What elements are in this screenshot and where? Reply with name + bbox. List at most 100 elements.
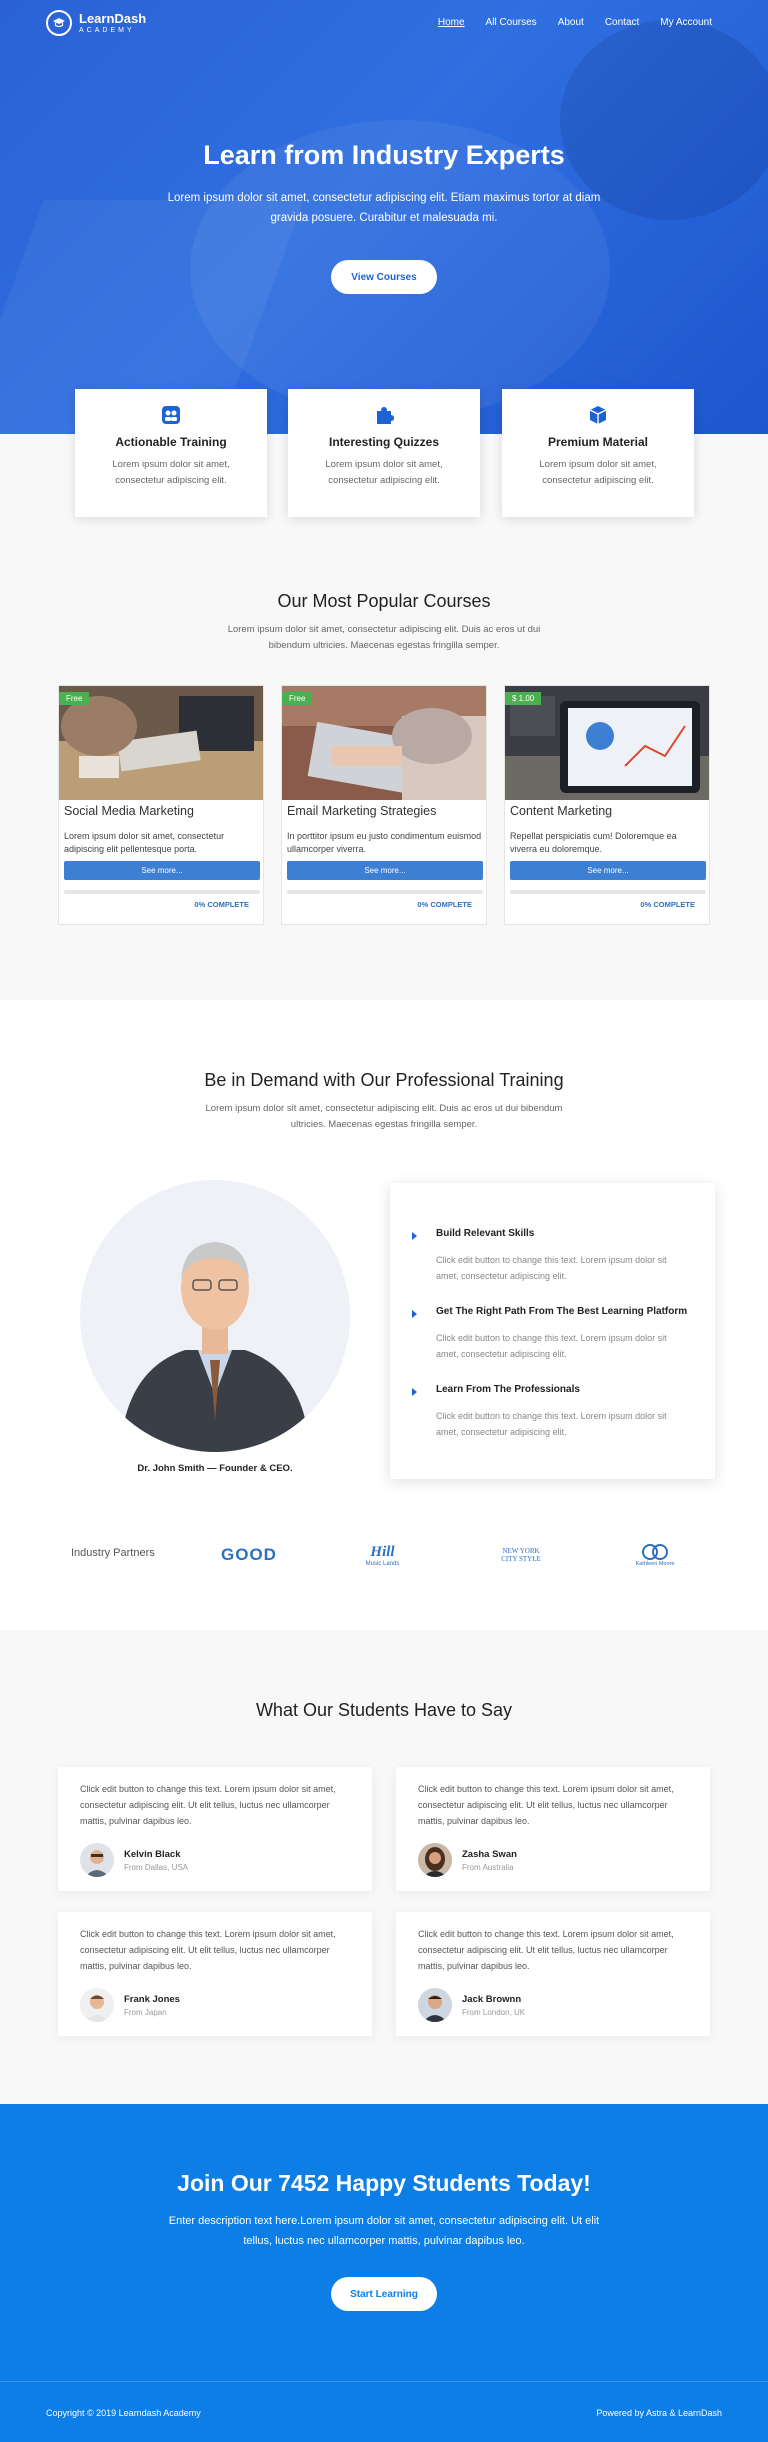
course-description: Repellat perspiciatis cum! Doloremque ea… (510, 831, 677, 854)
footer-copyright: Copyright © 2019 Learndash Academy (46, 2408, 201, 2418)
feature-text: Lorem ipsum dolor sit amet, consectetur … (325, 459, 443, 486)
main-menu: Home All Courses About Contact My Accoun… (417, 17, 712, 28)
course-description: In porttitor ipsum eu justo condimentum … (287, 831, 482, 854)
testimonial-location: From Dallas, USA (124, 1863, 189, 1872)
start-learning-button[interactable]: Start Learning (331, 2277, 437, 2311)
partner-logo-good[interactable]: GOOD (214, 1538, 284, 1572)
logo-subtitle: ACADEMY (79, 26, 135, 34)
testimonial-location: From Japan (124, 2008, 167, 2017)
course-card[interactable]: Free Social Media Marketing Lorem ipsum … (58, 685, 264, 925)
graduation-cap-icon (46, 10, 72, 36)
popular-courses-subtitle: Lorem ipsum dolor sit amet, consectetur … (227, 624, 541, 651)
avatar (418, 1988, 452, 2022)
course-card[interactable]: $ 1.00 Content Marketing Repellat perspi… (504, 685, 710, 925)
menu-item-home[interactable]: Home (438, 17, 465, 28)
benefit-text: Click edit button to change this text. L… (436, 1333, 667, 1359)
testimonial-name: Kelvin Black (124, 1849, 181, 1860)
caret-right-icon (412, 1232, 417, 1240)
menu-item-all-courses[interactable]: All Courses (486, 17, 537, 28)
feature-title: Interesting Quizzes (328, 435, 440, 449)
feature-title: Actionable Training (115, 435, 227, 449)
see-more-button[interactable]: See more... (510, 861, 706, 880)
cta-title: Join Our 7452 Happy Students Today! (177, 2170, 591, 2196)
site-logo[interactable]: LearnDash ACADEMY (46, 10, 146, 36)
training-title: Be in Demand with Our Professional Train… (204, 1070, 564, 1090)
benefit-title: Build Relevant Skills (436, 1228, 535, 1239)
cta-section: Join Our 7452 Happy Students Today! Ente… (0, 2104, 768, 2381)
hero-section: LearnDash ACADEMY Home All Courses About… (0, 0, 768, 434)
rings-icon (642, 1544, 668, 1560)
testimonial-text: Click edit button to change this text. L… (80, 1929, 336, 1971)
cta-text: Enter description text here.Lorem ipsum … (168, 2215, 600, 2247)
course-card[interactable]: Free Email Marketing Strategies In portt… (281, 685, 487, 925)
testimonial-name: Frank Jones (124, 1994, 180, 2005)
course-title[interactable]: Social Media Marketing (64, 804, 194, 818)
feature-text: Lorem ipsum dolor sit amet, consectetur … (112, 459, 230, 486)
caret-right-icon (412, 1388, 417, 1396)
testimonial-text: Click edit button to change this text. L… (80, 1784, 336, 1826)
training-subtitle: Lorem ipsum dolor sit amet, consectetur … (205, 1103, 563, 1130)
feature-title: Premium Material (547, 435, 649, 449)
menu-item-my-account[interactable]: My Account (660, 17, 712, 28)
benefit-title: Learn From The Professionals (436, 1384, 580, 1395)
puzzle-icon (377, 407, 394, 424)
testimonial-card: Click edit button to change this text. L… (396, 1767, 710, 1891)
partner-logo-hill[interactable]: Hill Music Lands (345, 1538, 420, 1572)
site-footer: Copyright © 2019 Learndash Academy Power… (0, 2381, 768, 2442)
benefit-title: Get The Right Path From The Best Learnin… (436, 1306, 688, 1317)
avatar (418, 1843, 452, 1877)
course-badge: Free (282, 692, 313, 705)
benefit-text: Click edit button to change this text. L… (436, 1411, 667, 1437)
hero-subtitle: Lorem ipsum dolor sit amet, consectetur … (167, 192, 601, 224)
course-badge: $ 1.00 (505, 692, 542, 705)
partner-logo-tagline: CITY STYLE (501, 1555, 541, 1563)
caret-right-icon (412, 1310, 417, 1318)
hero-title: Learn from Industry Experts (203, 140, 565, 170)
testimonial-card: Click edit button to change this text. L… (58, 1767, 372, 1891)
menu-item-contact[interactable]: Contact (605, 17, 639, 28)
testimonial-location: From London, UK (462, 2008, 526, 2017)
course-title[interactable]: Content Marketing (510, 804, 612, 818)
course-image[interactable] (282, 686, 486, 800)
feature-text: Lorem ipsum dolor sit amet, consectetur … (539, 459, 657, 486)
menu-item-about[interactable]: About (558, 17, 584, 28)
testimonial-card: Click edit button to change this text. L… (58, 1912, 372, 2036)
feature-card: Interesting Quizzes Lorem ipsum dolor si… (288, 389, 480, 517)
view-courses-button[interactable]: View Courses (331, 260, 437, 294)
testimonial-name: Jack Brownn (462, 1994, 522, 2005)
founder-caption: Dr. John Smith — Founder & CEO. (137, 1463, 293, 1474)
feature-card: Premium Material Lorem ipsum dolor sit a… (502, 389, 694, 517)
course-title[interactable]: Email Marketing Strategies (287, 804, 436, 818)
see-more-button[interactable]: See more... (64, 861, 260, 880)
course-progress-bar (287, 890, 483, 894)
avatar (80, 1988, 114, 2022)
course-progress-label: 0% COMPLETE (640, 900, 695, 909)
course-badge: Free (59, 692, 90, 705)
course-progress-label: 0% COMPLETE (417, 900, 472, 909)
partner-logo-tagline: Music Lands (365, 1560, 400, 1567)
avatar (80, 1843, 114, 1877)
benefit-text: Click edit button to change this text. L… (436, 1255, 667, 1281)
partner-logo-name: Kathleen Moore (635, 1561, 675, 1567)
testimonial-card: Click edit button to change this text. L… (396, 1912, 710, 2036)
partner-logo-new-york[interactable]: NEW YORK CITY STYLE (486, 1538, 556, 1572)
see-more-button[interactable]: See more... (287, 861, 483, 880)
logo-title: LearnDash (79, 10, 147, 26)
footer-powered-by: Powered by Astra & LearnDash (596, 2408, 722, 2418)
testimonial-location: From Australia (462, 1863, 514, 1872)
popular-courses-title: Our Most Popular Courses (277, 591, 491, 611)
partner-logo-name: Hill (370, 1543, 395, 1560)
testimonial-text: Click edit button to change this text. L… (418, 1929, 674, 1971)
training-benefits-card: Build Relevant Skills Click edit button … (390, 1183, 715, 1479)
users-icon (162, 406, 180, 424)
testimonial-text: Click edit button to change this text. L… (418, 1784, 674, 1826)
industry-partners-label: Industry Partners (71, 1547, 155, 1559)
course-progress-bar (510, 890, 706, 894)
feature-card: Actionable Training Lorem ipsum dolor si… (75, 389, 267, 517)
partner-logo-kathleen-moore[interactable]: Kathleen Moore (622, 1538, 688, 1572)
top-navigation: LearnDash ACADEMY Home All Courses About… (0, 0, 768, 46)
testimonial-name: Zasha Swan (462, 1849, 517, 1860)
course-image[interactable] (59, 686, 263, 800)
cube-icon (589, 406, 607, 424)
testimonials-title: What Our Students Have to Say (255, 1700, 513, 1720)
